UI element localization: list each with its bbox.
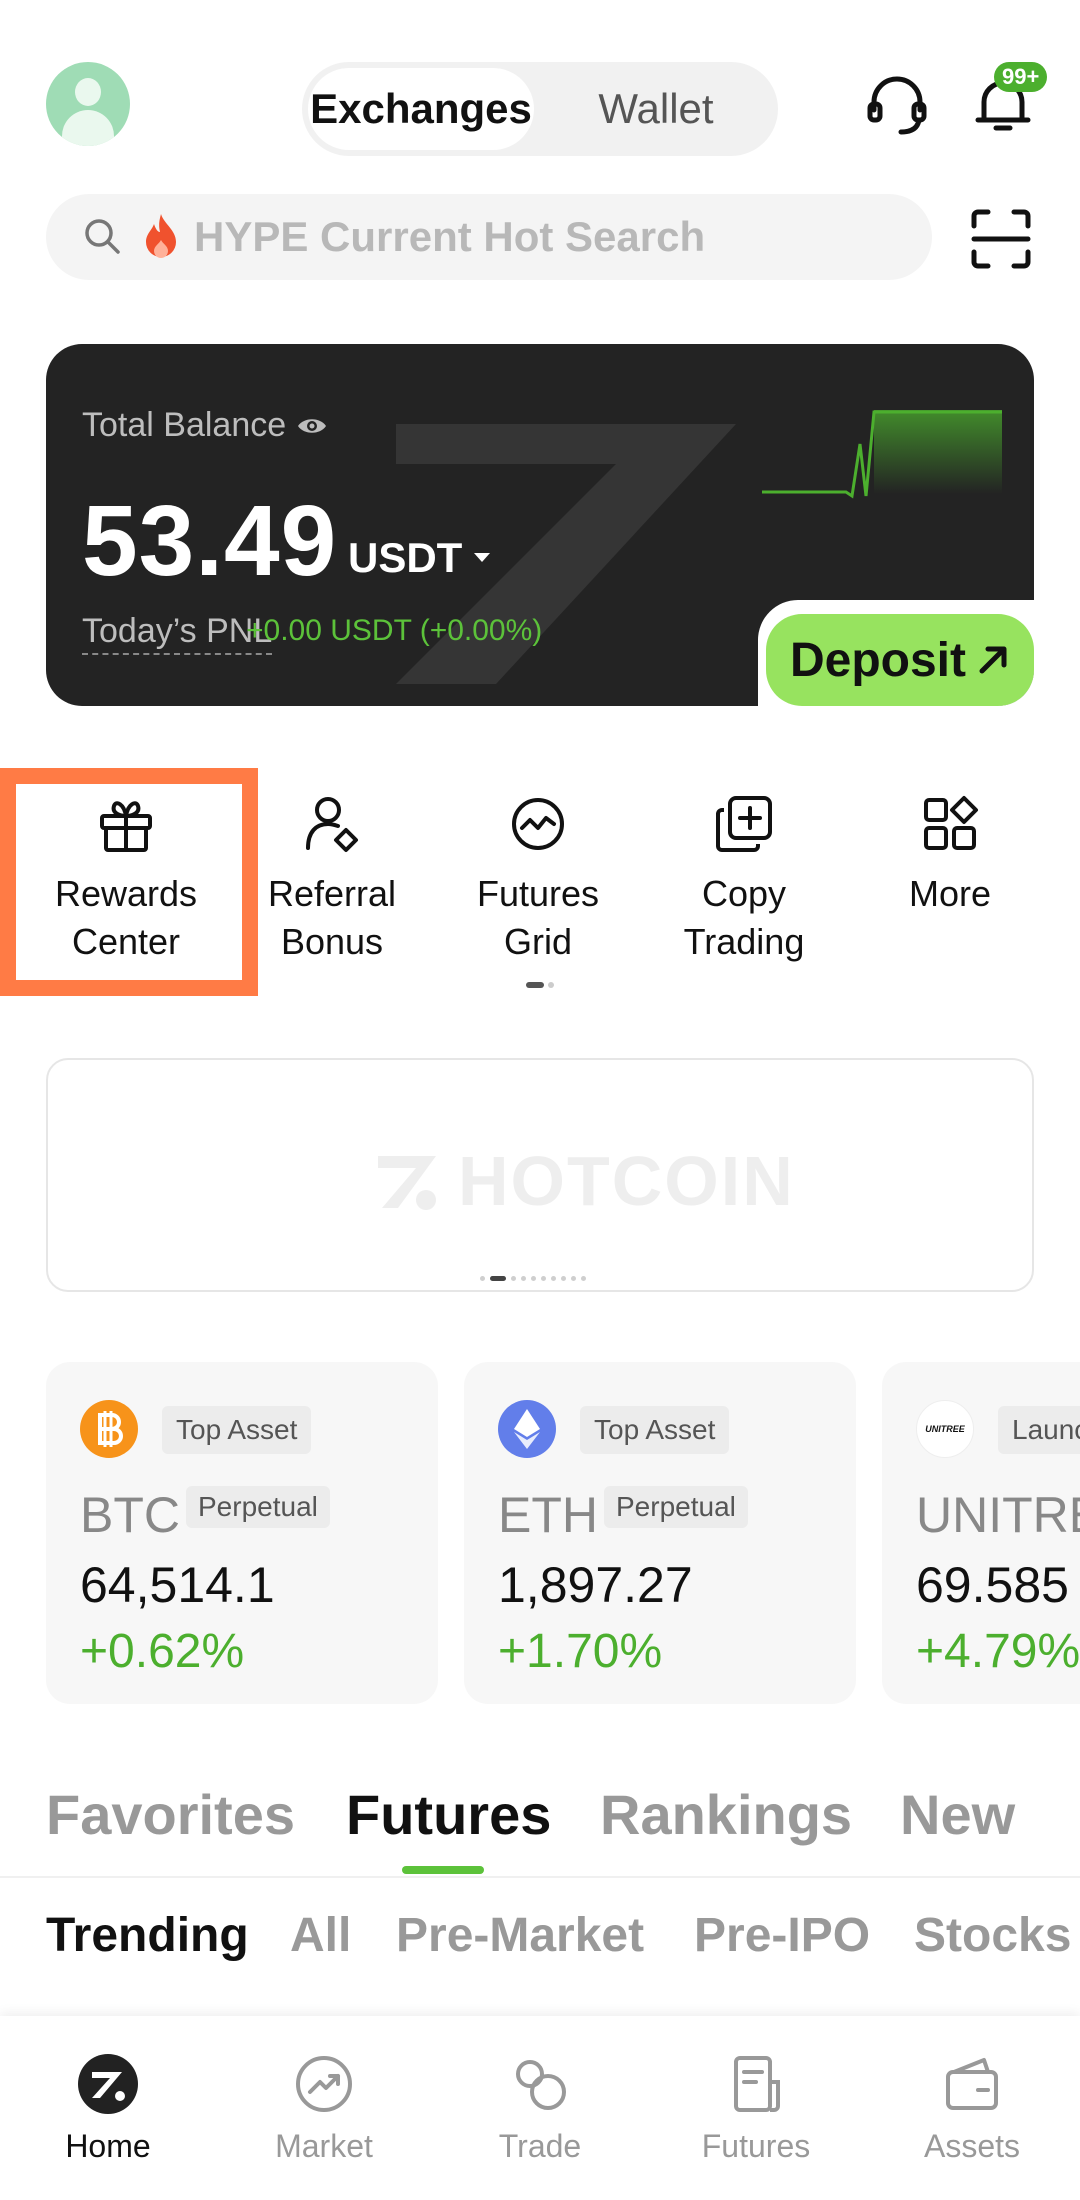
shortcut-futures-grid[interactable]: Futures Grid	[438, 794, 638, 966]
notification-badge: 99+	[994, 62, 1048, 92]
referral-user-icon	[306, 797, 358, 852]
shortcut-page-indicator	[526, 982, 558, 988]
asset-card-eth[interactable]: Top Asset ETH Perpetual 1,897.27 +1.70%	[464, 1362, 856, 1704]
copy-plus-icon	[716, 796, 772, 852]
subtab-pre-ipo[interactable]: Pre-IPO	[694, 1908, 870, 1963]
trade-exchange-icon	[516, 2060, 566, 2110]
subtab-trending[interactable]: Trending	[46, 1908, 249, 1963]
bottom-navigation: Home Market Trade Futures Assets	[0, 2016, 1080, 2200]
shortcut-more[interactable]: More	[850, 794, 1050, 918]
asset-price: 69.585	[916, 1557, 1069, 1613]
asset-card-btc[interactable]: Top Asset BTC Perpetual 64,514.1 +0.62%	[46, 1362, 438, 1704]
nav-futures[interactable]: Futures	[648, 2052, 864, 2165]
scan-qr-icon[interactable]	[970, 208, 1032, 270]
segment-exchanges[interactable]: Exchanges	[308, 68, 534, 150]
asset-price: 64,514.1	[80, 1557, 275, 1613]
todays-pnl-value: +0.00 USDT (+0.00%)	[246, 614, 543, 647]
asset-tag: Top Asset	[580, 1406, 730, 1454]
asset-change: +4.79%	[916, 1625, 1080, 1678]
home-logo-icon	[78, 2054, 138, 2114]
nav-market[interactable]: Market	[216, 2052, 432, 2165]
nav-assets[interactable]: Assets	[864, 2052, 1080, 2165]
asset-symbol: ETH	[498, 1487, 598, 1543]
search-bar[interactable]	[46, 194, 932, 280]
banner-page-indicator	[480, 1276, 586, 1281]
total-balance-label: Total Balance	[82, 406, 328, 445]
nav-label: Home	[65, 2128, 151, 2164]
tab-new[interactable]: New	[900, 1782, 1015, 1847]
bitcoin-icon	[80, 1400, 138, 1458]
shortcut-label: Copy Trading	[683, 873, 805, 962]
nav-label: Market	[275, 2128, 373, 2164]
avatar-body	[62, 110, 114, 146]
promo-banner[interactable]: HOTCOIN	[46, 1058, 1034, 1292]
nav-trade[interactable]: Trade	[432, 2052, 648, 2165]
deposit-button[interactable]: Deposit	[766, 614, 1034, 706]
nav-label: Futures	[701, 2128, 811, 2164]
hotcoin-logo-icon	[378, 1156, 436, 1210]
shortcut-label: Referral Bonus	[267, 873, 397, 962]
arrow-up-right-icon	[979, 646, 1007, 674]
exchange-wallet-toggle: Exchanges Wallet	[302, 62, 778, 156]
nav-label: Trade	[498, 2128, 582, 2164]
tab-futures[interactable]: Futures	[346, 1782, 551, 1847]
shortcut-label: Futures Grid	[476, 873, 600, 962]
page-dot	[548, 982, 554, 988]
search-icon	[85, 219, 120, 254]
shortcut-copy-trading[interactable]: Copy Trading	[644, 794, 844, 966]
subtab-stocks[interactable]: Stocks	[914, 1908, 1071, 1963]
page-dot-active	[526, 982, 544, 988]
asset-change: +1.70%	[498, 1625, 663, 1678]
tab-rankings[interactable]: Rankings	[600, 1782, 852, 1847]
nav-label: Assets	[923, 2128, 1021, 2164]
user-avatar[interactable]	[46, 62, 130, 146]
rewards-center-highlight	[0, 768, 258, 996]
balance-unit-selector[interactable]: USDT	[348, 534, 492, 582]
nav-home[interactable]: Home	[0, 2052, 216, 2165]
tabs-divider	[0, 1876, 1080, 1878]
asset-symbol: BTC	[80, 1487, 180, 1543]
shortcut-referral-bonus[interactable]: Referral Bonus	[232, 794, 432, 966]
active-tab-indicator	[402, 1866, 484, 1874]
grid-chart-icon	[512, 798, 564, 850]
asset-price: 1,897.27	[498, 1557, 693, 1613]
contract-type-badge: Perpetual	[604, 1486, 748, 1528]
contract-type-badge: Perpetual	[186, 1486, 330, 1528]
subtab-pre-market[interactable]: Pre-Market	[396, 1908, 644, 1963]
total-balance-amount: 53.49	[82, 485, 338, 597]
segment-wallet[interactable]: Wallet	[540, 68, 772, 150]
search-input[interactable]	[194, 194, 894, 280]
hot-fire-icon	[146, 214, 176, 258]
asset-tag: Launch	[998, 1406, 1080, 1454]
support-headset-icon[interactable]	[862, 70, 932, 140]
tab-favorites[interactable]: Favorites	[46, 1782, 295, 1847]
futures-document-icon	[734, 2056, 780, 2112]
asset-tag: Top Asset	[162, 1406, 312, 1454]
asset-change: +0.62%	[80, 1625, 245, 1678]
asset-symbol: UNITREE	[916, 1487, 1080, 1543]
banner-brand: HOTCOIN	[374, 1142, 795, 1220]
balance-sparkline	[762, 410, 1002, 499]
market-chart-icon	[296, 2056, 352, 2112]
ethereum-icon	[498, 1400, 556, 1458]
unitree-logo: UNITREE	[916, 1400, 974, 1458]
asset-card-unitree[interactable]: UNITREE Launch UNITREE 69.585 +4.79%	[882, 1362, 1080, 1704]
caret-down-icon	[474, 553, 491, 562]
shortcut-label: More	[908, 873, 992, 914]
apps-grid-icon	[924, 796, 978, 850]
todays-pnl-label[interactable]: Today’s PNL	[82, 612, 273, 655]
subtab-all[interactable]: All	[290, 1908, 351, 1963]
avatar-head	[75, 78, 101, 106]
wallet-icon	[946, 2058, 998, 2110]
eye-visibility-icon[interactable]	[296, 415, 328, 437]
